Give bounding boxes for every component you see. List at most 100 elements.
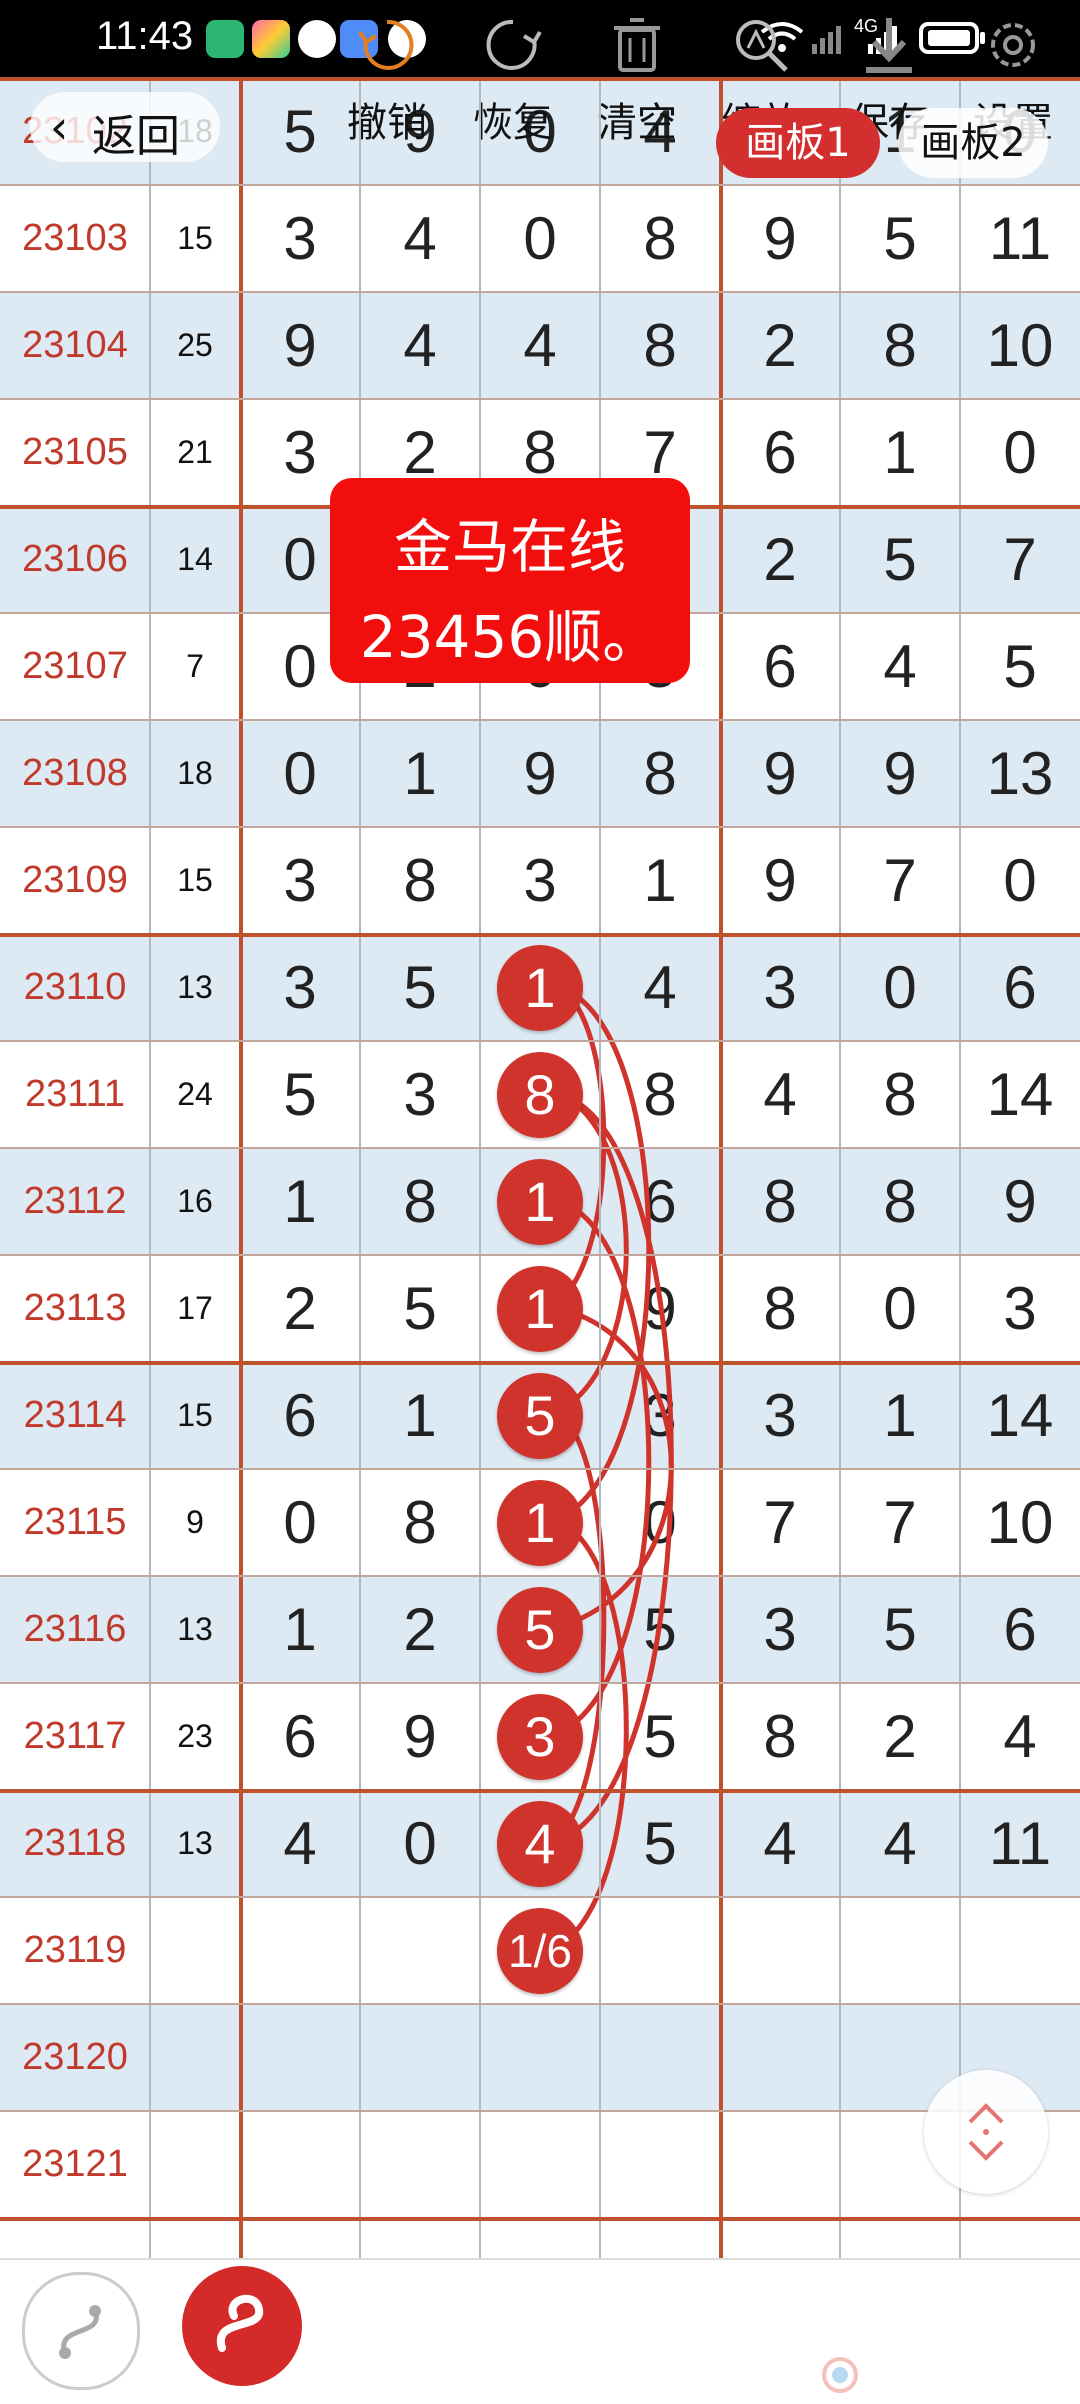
digit-cell[interactable]: 2 [240,1255,360,1362]
digit-cell[interactable]: 6 [720,399,840,506]
digit-cell[interactable] [600,2004,720,2111]
digit-cell[interactable]: 11 [960,1790,1080,1897]
digit-cell[interactable]: 9 [960,1148,1080,1255]
digit-cell[interactable]: 8 [600,1041,720,1148]
digit-cell[interactable]: 0 [600,1469,720,1576]
digit-cell[interactable]: 8 [720,1683,840,1790]
digit-cell[interactable] [960,1897,1080,2004]
digit-cell[interactable]: 3 [240,827,360,934]
digit-cell[interactable]: 6 [720,613,840,720]
marked-number-ball[interactable]: 3 [497,1693,583,1780]
digit-cell[interactable]: 6 [960,934,1080,1041]
digit-cell[interactable]: 0 [360,1790,480,1897]
digit-cell[interactable] [840,1897,960,2004]
digit-cell[interactable]: 1 [840,1362,960,1469]
digit-cell[interactable]: 6 [960,1576,1080,1683]
digit-cell[interactable]: 3 [720,1362,840,1469]
digit-cell[interactable]: 3 [240,185,360,292]
digit-cell[interactable]: 10 [960,292,1080,399]
marked-number-ball[interactable]: 5 [497,1586,583,1673]
digit-cell[interactable]: 8 [600,185,720,292]
digit-cell[interactable]: 14 [960,1041,1080,1148]
digit-cell[interactable]: 7 [840,827,960,934]
digit-cell[interactable]: 9 [720,720,840,827]
digit-cell[interactable]: 9 [600,1255,720,1362]
digit-cell[interactable] [480,2004,600,2111]
digit-cell[interactable]: 8 [360,1469,480,1576]
digit-cell[interactable]: 2 [360,1576,480,1683]
digit-cell[interactable]: 6 [240,1362,360,1469]
marked-number-ball[interactable]: 1 [497,944,583,1031]
tab-board-1[interactable]: 画板1 [716,108,880,178]
marked-number-ball[interactable]: 1 [497,1479,583,1566]
digit-cell[interactable]: 8 [840,1041,960,1148]
digit-cell[interactable]: 9 [840,720,960,827]
marked-number-ball[interactable]: 1 [497,1158,583,1245]
digit-cell[interactable]: 4 [840,613,960,720]
digit-cell[interactable]: 9 [240,292,360,399]
digit-cell[interactable]: 2 [720,506,840,613]
digit-cell[interactable]: 6 [600,1148,720,1255]
freehand-pen-button[interactable] [182,2266,302,2386]
digit-cell[interactable] [240,2004,360,2111]
marked-number-ball[interactable]: 5 [497,1372,583,1459]
digit-cell[interactable]: 0 [960,399,1080,506]
digit-cell[interactable]: 0 [240,1469,360,1576]
digit-cell[interactable]: 8 [840,1148,960,1255]
digit-cell[interactable]: 7 [720,1469,840,1576]
digit-cell[interactable]: 5 [240,1041,360,1148]
digit-cell[interactable]: 4 [720,1790,840,1897]
digit-cell[interactable]: 6 [240,1683,360,1790]
digit-cell[interactable] [240,2111,360,2218]
digit-cell[interactable]: 8 [720,1148,840,1255]
marked-number-ball[interactable]: 1/6 [497,1907,583,1994]
digit-cell[interactable]: 4 [480,292,600,399]
digit-cell[interactable]: 5 [600,1683,720,1790]
digit-cell[interactable]: 3 [720,1576,840,1683]
digit-cell[interactable]: 8 [360,1148,480,1255]
digit-cell[interactable]: 3 [240,934,360,1041]
marked-number-ball[interactable]: 8 [497,1051,583,1138]
sticker-note[interactable]: 金马在线 23456顺。 [330,478,690,683]
digit-cell[interactable]: 1 [360,1362,480,1469]
digit-cell[interactable]: 3 [360,1041,480,1148]
digit-cell[interactable]: 5 [840,185,960,292]
pen-mode-button[interactable] [22,2272,140,2390]
digit-cell[interactable]: 10 [960,1469,1080,1576]
digit-cell[interactable]: 5 [360,1255,480,1362]
marked-number-ball[interactable]: 4 [497,1800,583,1887]
digit-cell[interactable]: 9 [480,720,600,827]
digit-cell[interactable]: 5 [840,1576,960,1683]
digit-cell[interactable]: 5 [360,934,480,1041]
scroll-toggle-button[interactable] [924,2070,1048,2194]
digit-cell[interactable]: 4 [600,934,720,1041]
digit-cell[interactable] [720,2111,840,2218]
digit-cell[interactable] [720,1897,840,2004]
digit-cell[interactable]: 7 [960,506,1080,613]
digit-cell[interactable]: 4 [840,1790,960,1897]
digit-cell[interactable]: 1 [240,1148,360,1255]
digit-cell[interactable]: 0 [240,720,360,827]
digit-cell[interactable]: 3 [600,1362,720,1469]
digit-cell[interactable]: 14 [960,1362,1080,1469]
digit-cell[interactable] [360,1897,480,2004]
digit-cell[interactable]: 3 [720,934,840,1041]
digit-cell[interactable]: 8 [720,1255,840,1362]
marked-number-ball[interactable]: 1 [497,1265,583,1352]
digit-cell[interactable]: 5 [960,613,1080,720]
digit-cell[interactable] [240,1897,360,2004]
digit-cell[interactable]: 5 [600,1790,720,1897]
back-button[interactable]: ‹ 返回 [30,92,220,162]
digit-cell[interactable]: 5 [600,1576,720,1683]
tab-board-2[interactable]: 画板2 [898,108,1048,178]
digit-cell[interactable]: 0 [960,827,1080,934]
digit-cell[interactable] [720,2004,840,2111]
digit-cell[interactable]: 4 [360,292,480,399]
digit-cell[interactable]: 7 [840,1469,960,1576]
digit-cell[interactable]: 4 [960,1683,1080,1790]
digit-cell[interactable]: 8 [600,720,720,827]
digit-cell[interactable]: 8 [360,827,480,934]
redo-button[interactable]: 恢复 [458,10,568,146]
digit-cell[interactable]: 2 [720,292,840,399]
digit-cell[interactable]: 4 [360,185,480,292]
